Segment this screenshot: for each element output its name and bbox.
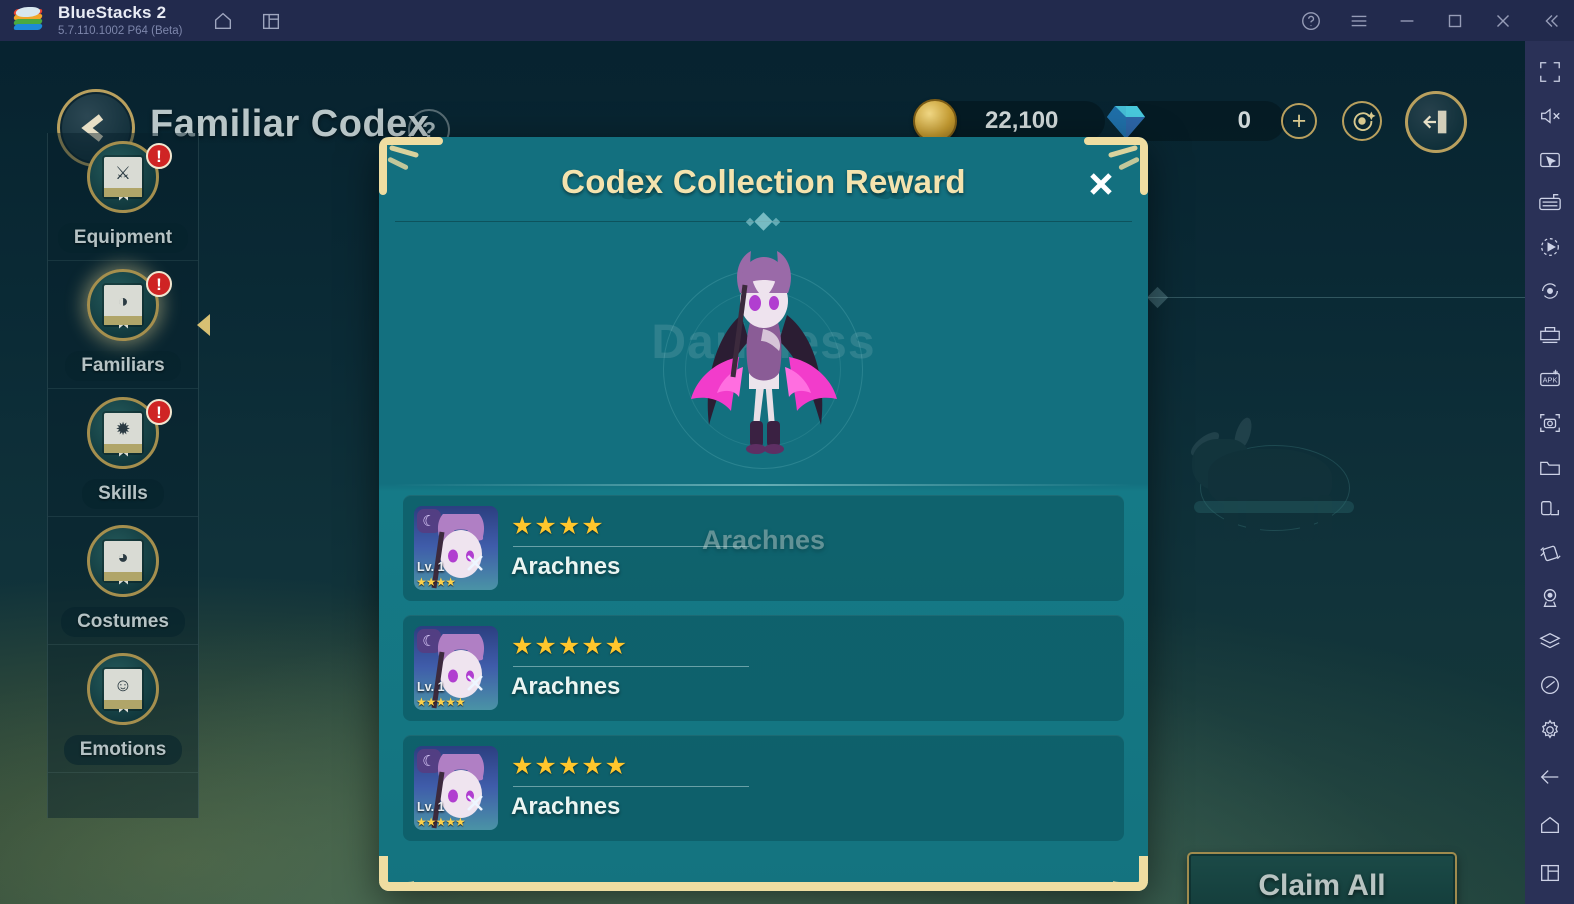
menu-label-familiars: Familiars xyxy=(65,350,181,381)
dialog-title: Codex Collection Reward xyxy=(561,163,966,200)
recharge-icon[interactable] xyxy=(1342,101,1382,141)
window-controls xyxy=(1298,0,1564,41)
codex-collection-reward-dialog: Codex Collection Reward Darkness xyxy=(379,137,1148,891)
row-underline xyxy=(513,546,749,547)
multi-instance-manager-icon[interactable] xyxy=(1534,322,1566,348)
menu-label-skills: Skills xyxy=(82,478,164,509)
menu-item-equipment[interactable]: ⚔ ! Equipment xyxy=(48,133,198,261)
install-apk-icon[interactable]: APK xyxy=(1534,366,1566,392)
home-icon[interactable] xyxy=(210,8,236,34)
multi-instance-icon[interactable] xyxy=(258,8,284,34)
table-row: ☾ xyxy=(403,735,1124,841)
fullscreen-icon[interactable] xyxy=(1534,59,1566,85)
familiar-thumbnail[interactable]: ☾ xyxy=(414,506,498,590)
familiar-thumb-stars: ★★★★ xyxy=(416,575,456,589)
gem-icon xyxy=(1105,101,1147,141)
settings-icon[interactable] xyxy=(1534,717,1566,743)
svg-text:APK: APK xyxy=(1542,376,1557,385)
help-icon[interactable] xyxy=(1298,8,1324,34)
app-version: 5.7.110.1002 P64 (Beta) xyxy=(58,24,183,37)
bluestacks-logo-icon xyxy=(12,6,44,34)
reward-star-rating: ★★★★★ xyxy=(511,632,629,660)
equipment-glyph: ⚔ xyxy=(114,162,132,183)
costumes-icon: ◕ xyxy=(87,524,159,597)
reward-familiar-name: Arachnes xyxy=(511,793,621,820)
mute-icon[interactable] xyxy=(1534,103,1566,129)
layers-icon[interactable] xyxy=(1534,629,1566,655)
reward-list: ☾ Lv. 1 ★★★★ ★★★★ Arachnes ☾ Lv. 1 ★★★★★… xyxy=(403,495,1124,855)
claim-all-button[interactable]: Claim All xyxy=(1187,852,1457,904)
selected-indicator-arrow xyxy=(197,313,210,336)
shake-icon[interactable] xyxy=(1534,541,1566,567)
familiars-badge: ! xyxy=(146,271,172,297)
familiar-thumbnail[interactable]: ☾ xyxy=(414,626,498,710)
familiar-thumb-stars: ★★★★★ xyxy=(416,815,466,829)
menu-label-emotions: Emotions xyxy=(63,734,183,765)
app-title: BlueStacks 2 xyxy=(58,2,167,22)
skills-badge: ! xyxy=(146,399,172,425)
exit-door-icon[interactable] xyxy=(1405,91,1467,153)
eco-mode-icon[interactable] xyxy=(1534,673,1566,699)
gem-amount: 0 xyxy=(1237,107,1251,134)
background-familiar-bull xyxy=(1187,401,1360,551)
emotions-glyph: ☺ xyxy=(113,674,133,695)
menu-item-costumes[interactable]: ◕ Costumes xyxy=(48,517,198,645)
menu-label-costumes: Costumes xyxy=(61,606,185,637)
row-underline xyxy=(513,786,749,787)
modal-bottom-border xyxy=(379,856,1148,891)
familiar-thumbnail[interactable]: ☾ xyxy=(414,746,498,830)
menu-item-emotions[interactable]: ☺ Emotions xyxy=(48,645,198,773)
hero-artwork-arachnes xyxy=(679,249,849,465)
keyboard-controls-icon[interactable] xyxy=(1534,191,1566,217)
gold-amount: 22,100 xyxy=(985,107,1059,134)
menu-label-equipment: Equipment xyxy=(57,222,189,253)
screenshot-icon[interactable] xyxy=(1534,410,1566,436)
macro-record-icon[interactable] xyxy=(1534,234,1566,260)
costumes-glyph: ◕ xyxy=(117,546,129,567)
titlebar: BlueStacks 2 5.7.110.1002 P64 (Beta) xyxy=(0,0,1574,41)
claim-all-label: Claim All xyxy=(1258,869,1386,902)
reward-familiar-name: Arachnes xyxy=(511,553,621,580)
table-row: ☾ xyxy=(403,615,1124,721)
media-folder-icon[interactable] xyxy=(1534,454,1566,480)
emotions-icon: ☺ xyxy=(87,652,159,725)
hero-showcase: Darkness xyxy=(379,229,1148,555)
familiar-level: Lv. 1 xyxy=(417,560,445,574)
menu-item-skills[interactable]: ✹ ! Skills xyxy=(48,389,198,517)
floor-divider xyxy=(1148,297,1525,298)
bluestacks-sidebar: APK xyxy=(1525,41,1574,904)
maximize-icon[interactable] xyxy=(1442,8,1468,34)
menu-item-familiars[interactable]: ◑ ! Familiars xyxy=(48,261,210,389)
reward-star-rating: ★★★★ xyxy=(511,512,605,540)
back-icon[interactable] xyxy=(1534,765,1566,791)
familiar-thumb-stars: ★★★★★ xyxy=(416,695,466,709)
pointer-icon[interactable] xyxy=(1534,147,1566,173)
familiar-level: Lv. 1 xyxy=(417,800,445,814)
row-underline xyxy=(513,666,749,667)
sync-operations-icon[interactable] xyxy=(1534,278,1566,304)
close-icon[interactable] xyxy=(1078,161,1124,207)
title-divider xyxy=(379,212,1148,231)
reward-familiar-name: Arachnes xyxy=(511,673,621,700)
add-gems-button[interactable]: + xyxy=(1281,103,1317,139)
location-icon[interactable] xyxy=(1534,585,1566,611)
familiars-glyph: ◑ xyxy=(117,290,129,311)
skills-glyph: ✹ xyxy=(115,418,131,439)
collapse-sidebar-icon[interactable] xyxy=(1538,8,1564,34)
equipment-badge: ! xyxy=(146,143,172,169)
table-row: ☾ xyxy=(403,495,1124,601)
reward-star-rating: ★★★★★ xyxy=(511,752,629,780)
recent-apps-icon[interactable] xyxy=(1534,860,1566,886)
minimize-icon[interactable] xyxy=(1394,8,1420,34)
familiar-level: Lv. 1 xyxy=(417,680,445,694)
close-icon[interactable] xyxy=(1490,8,1516,34)
home-icon[interactable] xyxy=(1534,812,1566,838)
floor-divider-diamond xyxy=(1146,286,1169,309)
left-menu: ⚔ ! Equipment ◑ ! Familiars ✹ ! Skills ◕… xyxy=(47,133,210,818)
game-viewport: Familiar Codex ? 22,100 0 + ⚔ ! Equipmen… xyxy=(0,41,1525,904)
menu-icon[interactable] xyxy=(1346,8,1372,34)
rotate-screen-icon[interactable] xyxy=(1534,497,1566,523)
section-divider xyxy=(393,484,1134,486)
